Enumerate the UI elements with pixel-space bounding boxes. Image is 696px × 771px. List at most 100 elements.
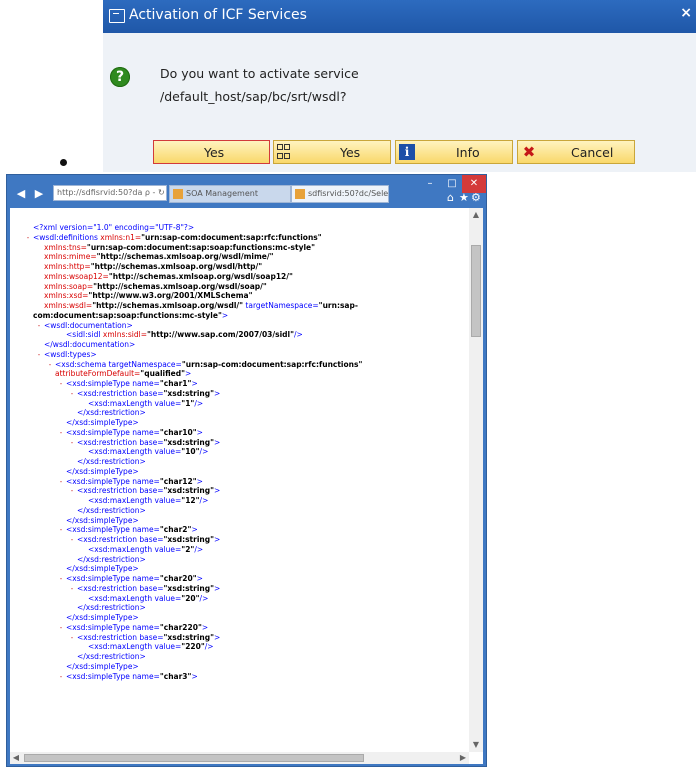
xml-attv-text: "xsd:string" [163, 388, 215, 398]
xml-attv-text: "char10" [159, 427, 197, 437]
collapse-toggle[interactable]: - [56, 525, 66, 535]
cancel-button[interactable]: ✖ Cancel [517, 140, 635, 164]
scroll-right-icon[interactable]: ▶ [457, 752, 469, 764]
tab-favicon-icon [295, 189, 305, 199]
xml-line: xmlns:http="http://schemas.xmlsoap.org/w… [23, 262, 465, 272]
xml-line: - <xsd:simpleType name="char1"> [23, 379, 465, 389]
table-icon [277, 144, 293, 160]
xml-line: xmlns:soap="http://schemas.xmlsoap.org/w… [23, 282, 465, 292]
xml-line: - <xsd:simpleType name="char20"> [23, 574, 465, 584]
yes-button[interactable]: Yes [153, 140, 270, 164]
collapse-toggle[interactable]: - [34, 350, 44, 360]
xml-attn-text: xmlns:wsdl= [44, 301, 93, 310]
xml-tag-text: > [221, 310, 229, 320]
home-icon[interactable]: ⌂ [447, 191, 454, 204]
collapse-toggle[interactable]: - [67, 535, 77, 545]
xml-line: - <xsd:restriction base="xsd:string"> [23, 438, 465, 448]
xml-line: </xsd:simpleType> [23, 662, 465, 672]
xml-tag-text: <wsdl:types> [44, 349, 97, 359]
xml-line: - <xsd:simpleType name="char2"> [23, 525, 465, 535]
horizontal-scrollbar[interactable]: ◀ ▶ [10, 752, 469, 764]
yes-with-table-button[interactable]: Yes [273, 140, 391, 164]
xml-attn-text: xmlns:sidl= [102, 330, 148, 340]
tab-soa-management[interactable]: SOA Management [169, 185, 291, 203]
xml-line: <xsd:maxLength value="20"/> [23, 594, 465, 604]
vertical-scroll-thumb[interactable] [471, 245, 481, 337]
xml-attv-text: "2" [181, 544, 195, 554]
xml-attv-text: "http://www.sap.com/2007/03/sidl" [147, 330, 295, 340]
minimize-icon[interactable]: – [420, 175, 440, 193]
xml-tag-text: > [214, 388, 221, 398]
xml-tag-text: </xsd:restriction> [77, 603, 146, 613]
xml-tag-text: <sidl:sidl [66, 330, 103, 340]
xml-tag-text: <xsd:simpleType name= [66, 427, 160, 437]
dialog-titlebar: Activation of ICF Services × [103, 0, 696, 33]
star-icon[interactable]: ★ [459, 191, 469, 204]
back-arrow-icon[interactable]: ◀ [13, 187, 29, 201]
forward-arrow-icon[interactable]: ▶ [31, 187, 47, 201]
collapse-toggle[interactable]: - [67, 584, 77, 594]
page-content: <?xml version="1.0" encoding="UTF-8"?> - <… [10, 208, 483, 764]
xml-line: - <xsd:simpleType name="char220"> [23, 623, 465, 633]
collapse-toggle[interactable]: - [56, 477, 66, 487]
xml-attv-text: "xsd:string" [163, 632, 215, 642]
xml-line: <xsd:maxLength value="220"/> [23, 642, 465, 652]
cancel-button-label: Cancel [571, 145, 614, 160]
xml-tag-text: /> [194, 544, 204, 554]
xml-tag-text: <wsdl:documentation> [44, 320, 133, 330]
yes-with-table-button-label: Yes [340, 145, 361, 160]
xml-attv-text: "char1" [159, 379, 192, 388]
collapse-toggle[interactable]: - [67, 486, 77, 496]
xml-tag-text: <xsd:simpleType name= [66, 379, 160, 388]
xml-attn-text: xmlns:xsd= [44, 291, 89, 301]
xml-tag-text: </wsdl:documentation> [44, 340, 136, 349]
xml-attv-text: "urn:sap-com:document:sap:soap:functions… [86, 242, 316, 252]
collapse-toggle[interactable]: - [45, 360, 55, 370]
gear-icon[interactable]: ⚙ [471, 191, 481, 204]
xml-attv-text: "http://schemas.xmlsoap.org/wsdl/soap/" [93, 281, 267, 291]
xml-tag-text: <xsd:restriction base= [77, 632, 164, 642]
close-icon[interactable]: × [680, 5, 692, 21]
collapse-toggle[interactable]: - [56, 379, 66, 389]
horizontal-scroll-thumb[interactable] [24, 754, 364, 762]
collapse-toggle[interactable]: - [67, 633, 77, 643]
collapse-toggle[interactable]: - [34, 321, 44, 331]
tab-wsdl-selector[interactable]: sdfisrvid:50?dc/Selector [291, 185, 389, 203]
info-button[interactable]: i Info [395, 140, 513, 164]
collapse-toggle[interactable]: - [67, 438, 77, 448]
scroll-left-icon[interactable]: ◀ [10, 752, 22, 764]
xml-line: </xsd:simpleType> [23, 564, 465, 574]
scroll-up-icon[interactable]: ▲ [469, 208, 483, 222]
xml-line: - <xsd:schema targetNamespace="urn:sap-co… [23, 360, 465, 370]
xml-line: - <wsdl:types> [23, 350, 465, 360]
xml-tag-text: <xsd:simpleType name= [66, 525, 160, 535]
xml-line: xmlns:xsd="http://www.w3.org/2001/XMLSch… [23, 291, 465, 301]
address-bar[interactable]: http://sdfisrvid:50?da ρ - ↻ [53, 185, 167, 201]
xml-tag-text: /> [199, 593, 209, 603]
collapse-toggle[interactable]: - [56, 574, 66, 584]
xml-line: - <xsd:restriction base="xsd:string"> [23, 633, 465, 643]
collapse-toggle[interactable]: - [56, 428, 66, 438]
xml-line: - <wsdl:definitions xmlns:n1="urn:sap-com… [23, 233, 465, 243]
xml-tag-text: <xsd:restriction base= [77, 388, 164, 398]
xml-tag-text: /> [204, 642, 214, 652]
xml-line: <xsd:maxLength value="12"/> [23, 496, 465, 506]
collapse-toggle[interactable]: - [23, 233, 33, 243]
xml-tag-text: </xsd:restriction> [77, 457, 146, 466]
xml-line: </xsd:restriction> [23, 652, 465, 662]
xml-tag-text: <xsd:simpleType name= [66, 574, 160, 583]
collapse-toggle[interactable]: - [67, 389, 77, 399]
xml-tag-text: /> [294, 330, 303, 340]
scroll-down-icon[interactable]: ▼ [469, 738, 483, 752]
collapse-toggle[interactable]: - [56, 672, 66, 682]
xml-tag-text: > [214, 486, 221, 496]
xml-line: </xsd:restriction> [23, 506, 465, 516]
vertical-scrollbar[interactable]: ▲ ▼ [469, 208, 483, 752]
xml-tree: <?xml version="1.0" encoding="UTF-8"?> - <… [10, 208, 465, 752]
dialog-body: ? Do you want to activate service /defau… [103, 33, 696, 172]
xml-line: </xsd:restriction> [23, 603, 465, 613]
collapse-toggle[interactable]: - [56, 623, 66, 633]
xml-line: - <wsdl:documentation> [23, 321, 465, 331]
xml-attv-text: "urn:sap-com:document:sap:rfc:functions" [181, 359, 363, 369]
xml-attv-text: "220" [181, 642, 205, 652]
